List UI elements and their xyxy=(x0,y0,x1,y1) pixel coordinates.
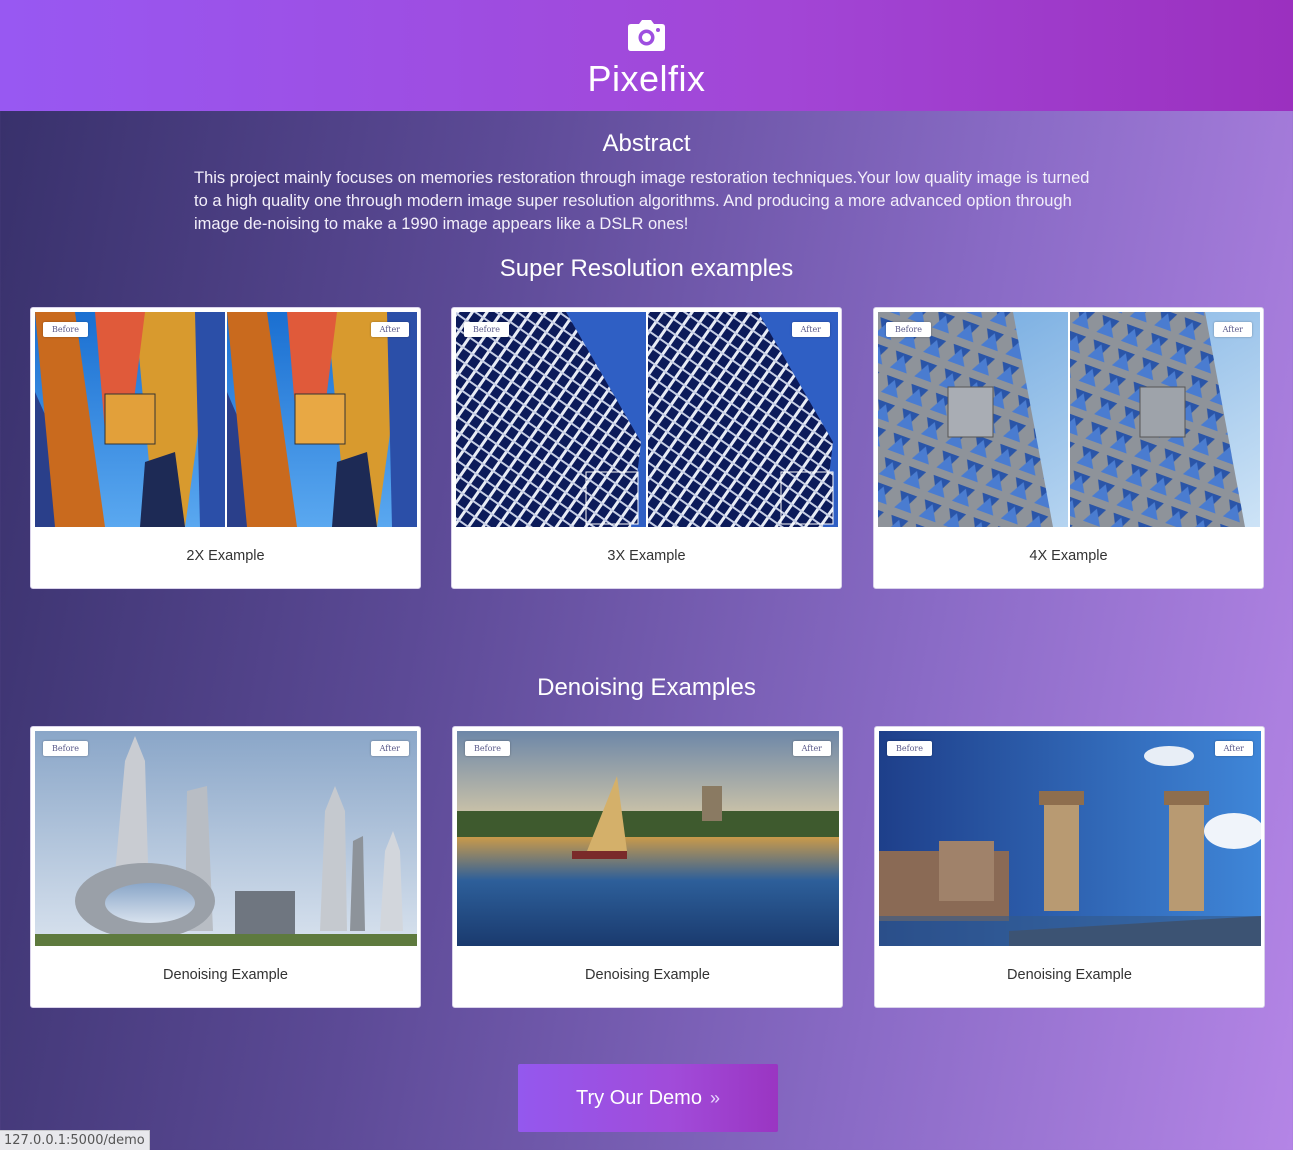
card-caption: 4X Example xyxy=(1029,548,1108,564)
abstract-text: This project mainly focuses on memories … xyxy=(194,169,1090,233)
after-tag: After xyxy=(1214,741,1253,756)
denoising-comparison-image[interactable]: Before After xyxy=(457,731,839,946)
denoising-comparison-image[interactable]: Before After xyxy=(879,731,1261,946)
card-caption: Denoising Example xyxy=(1007,967,1132,983)
site-header: Pixelfix xyxy=(0,0,1293,111)
sr-3x-comparison-image[interactable]: Before After xyxy=(456,312,838,527)
denoising-heading: Denoising Examples xyxy=(537,674,756,701)
card-caption: 2X Example xyxy=(186,548,265,564)
abstract-heading: Abstract xyxy=(602,130,691,157)
after-tag: After xyxy=(792,741,831,756)
brand-title[interactable]: Pixelfix xyxy=(0,58,1293,100)
card-caption: 3X Example xyxy=(607,548,686,564)
sr-example-card-2x[interactable]: Before After 2X Example xyxy=(30,307,421,589)
after-tag: After xyxy=(1213,322,1252,337)
status-bar-url: 127.0.0.1:5000/demo xyxy=(0,1130,150,1150)
before-tag: Before xyxy=(465,741,510,756)
sr-2x-comparison-image[interactable]: Before After xyxy=(35,312,417,527)
before-tag: Before xyxy=(464,322,509,337)
before-tag: Before xyxy=(43,741,88,756)
after-tag: After xyxy=(370,741,409,756)
sr-example-card-4x[interactable]: Before After 4X Example xyxy=(873,307,1264,589)
before-tag: Before xyxy=(887,741,932,756)
denoising-example-card-1[interactable]: Before After Denoising Example xyxy=(30,726,421,1008)
sr-example-card-3x[interactable]: Before After 3X Example xyxy=(451,307,842,589)
camera-icon xyxy=(628,20,665,51)
denoising-example-card-3[interactable]: Before After Denoising Example xyxy=(874,726,1265,1008)
sr-4x-comparison-image[interactable]: Before After xyxy=(878,312,1260,527)
try-demo-button[interactable]: Try Our Demo » xyxy=(518,1064,778,1132)
after-tag: After xyxy=(791,322,830,337)
denoising-comparison-image[interactable]: Before After xyxy=(35,731,417,946)
before-tag: Before xyxy=(886,322,931,337)
card-caption: Denoising Example xyxy=(163,967,288,983)
try-demo-label: Try Our Demo xyxy=(576,1087,702,1109)
card-caption: Denoising Example xyxy=(585,967,710,983)
after-tag: After xyxy=(370,322,409,337)
before-tag: Before xyxy=(43,322,88,337)
denoising-example-card-2[interactable]: Before After Denoising Example xyxy=(452,726,843,1008)
double-chevron-right-icon: » xyxy=(709,1088,720,1108)
super-resolution-heading: Super Resolution examples xyxy=(499,255,794,282)
